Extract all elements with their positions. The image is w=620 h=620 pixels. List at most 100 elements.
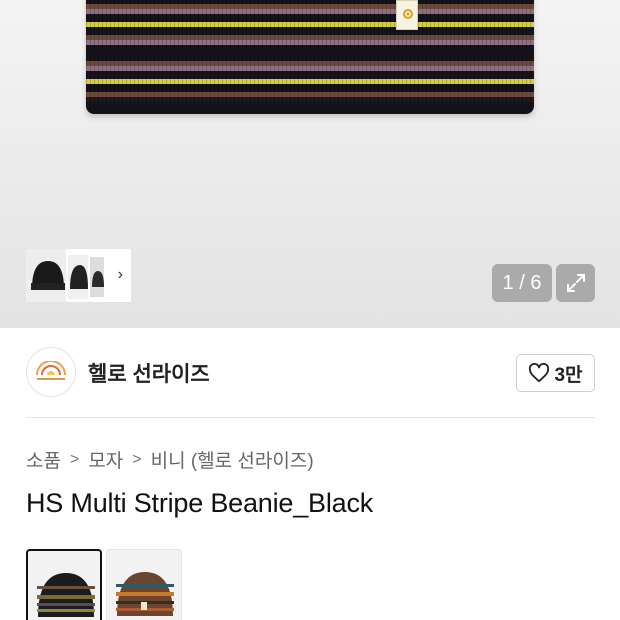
rib-line <box>174 0 175 114</box>
rib-line <box>394 0 395 114</box>
chevron-right-icon: > <box>69 450 80 468</box>
expand-arrows-icon[interactable] <box>556 264 595 302</box>
rib-line <box>102 0 103 114</box>
rib-line <box>186 0 187 114</box>
rib-line <box>278 0 279 114</box>
breadcrumb-item[interactable]: 비니 (헬로 선라이즈) <box>151 446 314 473</box>
thumbnail-strip[interactable]: › <box>26 249 131 302</box>
chevron-right-icon: > <box>132 450 142 468</box>
rib-line <box>318 0 319 114</box>
product-image-gallery[interactable]: › 1 / 6 <box>0 0 620 328</box>
rib-line <box>138 0 139 114</box>
rib-line <box>238 0 239 114</box>
rib-line <box>274 0 275 114</box>
product-title: HS Multi Stripe Beanie_Black <box>26 488 374 518</box>
rib-line <box>438 0 439 114</box>
rib-line <box>522 0 523 114</box>
rib-line <box>426 0 427 114</box>
rib-line <box>306 0 307 114</box>
rib-line <box>254 0 255 114</box>
rib-line <box>194 0 195 114</box>
rib-line <box>202 0 203 114</box>
rib-line <box>342 0 343 114</box>
rib-line <box>386 0 387 114</box>
divider <box>26 417 595 418</box>
rib-line <box>302 0 303 114</box>
rib-line <box>190 0 191 114</box>
chevron-right-icon[interactable]: › <box>118 266 123 284</box>
rib-line <box>262 0 263 114</box>
rib-line <box>110 0 111 114</box>
rib-line <box>350 0 351 114</box>
rib-line <box>294 0 295 114</box>
rib-line <box>390 0 391 114</box>
rib-line <box>442 0 443 114</box>
rib-line <box>510 0 511 114</box>
sunrise-logo-icon[interactable] <box>26 347 76 397</box>
rib-line <box>462 0 463 114</box>
rib-line <box>158 0 159 114</box>
rib-line <box>114 0 115 114</box>
rib-line <box>146 0 147 114</box>
rib-line <box>134 0 135 114</box>
rib-line <box>326 0 327 114</box>
rib-line <box>378 0 379 114</box>
rib-line <box>490 0 491 114</box>
rib-line <box>242 0 243 114</box>
rib-line <box>154 0 155 114</box>
rib-line <box>466 0 467 114</box>
rib-line <box>130 0 131 114</box>
rib-line <box>250 0 251 114</box>
rib-line <box>166 0 167 114</box>
like-button[interactable]: 3만 <box>516 354 595 392</box>
rib-line <box>90 0 91 114</box>
rib-line <box>486 0 487 114</box>
rib-line <box>126 0 127 114</box>
rib-line <box>330 0 331 114</box>
rib-line <box>214 0 215 114</box>
rib-line <box>482 0 483 114</box>
rib-line <box>270 0 271 114</box>
rib-line <box>382 0 383 114</box>
rib-line <box>430 0 431 114</box>
rib-line <box>182 0 183 114</box>
rib-line <box>362 0 363 114</box>
rib-line <box>370 0 371 114</box>
beanie-label-tag <box>396 0 418 30</box>
rib-line <box>422 0 423 114</box>
heart-outline-icon <box>529 363 550 383</box>
rib-line <box>366 0 367 114</box>
rib-line <box>282 0 283 114</box>
rib-line <box>266 0 267 114</box>
rib-line <box>98 0 99 114</box>
color-option-black[interactable] <box>26 549 102 620</box>
rib-line <box>310 0 311 114</box>
rib-line <box>170 0 171 114</box>
breadcrumb-item[interactable]: 소품 <box>26 446 61 473</box>
rib-line <box>530 0 531 114</box>
rib-line <box>506 0 507 114</box>
rib-line <box>478 0 479 114</box>
rib-line <box>374 0 375 114</box>
rib-line <box>518 0 519 114</box>
rib-line <box>502 0 503 114</box>
rib-line <box>290 0 291 114</box>
rib-line <box>450 0 451 114</box>
rib-line <box>358 0 359 114</box>
rib-line <box>446 0 447 114</box>
rib-line <box>334 0 335 114</box>
rib-line <box>314 0 315 114</box>
color-option-brown[interactable] <box>106 549 182 620</box>
seller-name[interactable]: 헬로 선라이즈 <box>88 358 210 388</box>
breadcrumb-item[interactable]: 모자 <box>88 446 123 473</box>
rib-line <box>226 0 227 114</box>
rib-line <box>526 0 527 114</box>
rib-line <box>454 0 455 114</box>
rib-line <box>118 0 119 114</box>
rib-line <box>354 0 355 114</box>
rib-line <box>142 0 143 114</box>
rib-line <box>106 0 107 114</box>
rib-line <box>206 0 207 114</box>
rib-line <box>198 0 199 114</box>
rib-line <box>494 0 495 114</box>
